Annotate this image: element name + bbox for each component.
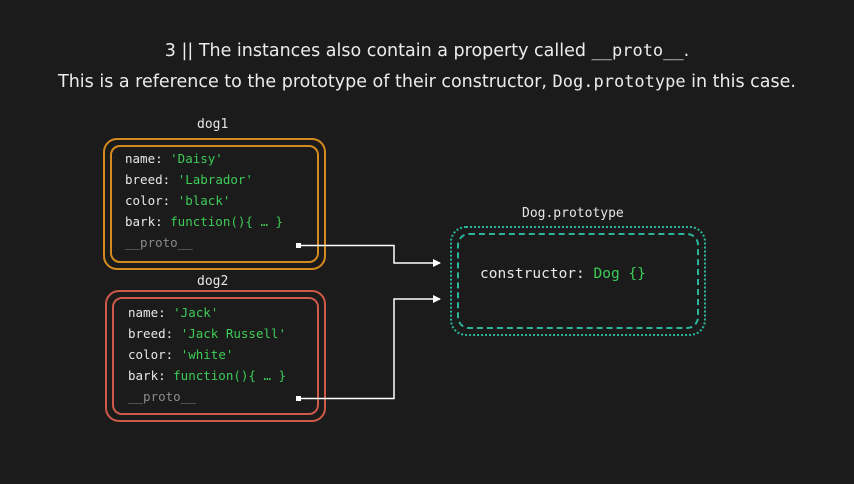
dog1-proto-dot [296,243,301,248]
dog1-proto-arrow [301,244,441,267]
proto-reference-arrows [296,243,441,401]
dog2-proto-arrow [301,295,441,400]
dog2-proto-dot [296,396,301,401]
